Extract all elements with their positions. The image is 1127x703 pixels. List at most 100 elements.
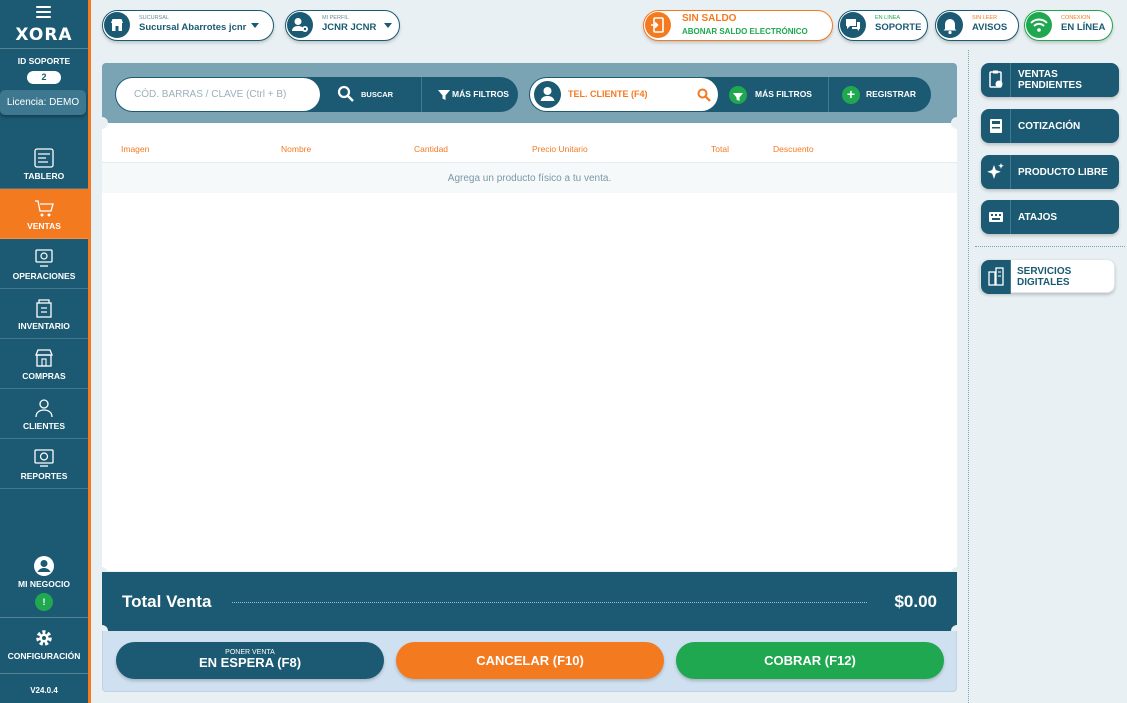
store-icon: [104, 12, 130, 38]
product-search-group: CÓD. BARRAS / CLAVE (Ctrl + B) BUSCAR MÁ…: [115, 77, 518, 112]
nav-mi-negocio[interactable]: MI NEGOCIO !: [0, 555, 88, 611]
nav-reportes-label: REPORTES: [20, 471, 68, 481]
client-search-group: TEL. CLIENTE (F4) MÁS FILTROS + REGISTRA…: [529, 77, 931, 112]
register-icon: [981, 109, 1011, 143]
user-settings-icon: [287, 12, 313, 38]
atajos-button[interactable]: ATAJOS: [981, 200, 1119, 234]
operations-icon: [35, 249, 53, 267]
mas-filtros-button[interactable]: MÁS FILTROS: [423, 77, 518, 112]
cotizacion-button[interactable]: COTIZACIÓN: [981, 109, 1119, 143]
perfil-value: JCNR JCNR: [322, 22, 377, 33]
menu-icon[interactable]: [36, 6, 51, 21]
mas-filtros-label: MÁS FILTROS: [452, 89, 509, 99]
chevron-down-icon: [251, 23, 259, 28]
total-dotted-leader: [232, 602, 867, 603]
action-bar: PONER VENTA EN ESPERA (F8) CANCELAR (F10…: [102, 631, 957, 692]
avisos-button[interactable]: SIN LEER AVISOS: [935, 10, 1019, 41]
nav-compras[interactable]: COMPRAS: [0, 339, 88, 389]
total-label: Total Venta: [122, 592, 212, 611]
licencia-badge: Licencia: DEMO: [0, 90, 86, 115]
search-strip: CÓD. BARRAS / CLAVE (Ctrl + B) BUSCAR MÁ…: [102, 63, 957, 123]
soporte-button[interactable]: EN LINEA SOPORTE: [838, 10, 928, 41]
nav-operaciones[interactable]: OPERACIONES: [0, 239, 88, 289]
ventas-pendientes-button[interactable]: VENTAS PENDIENTES: [981, 63, 1119, 97]
gear-icon: [36, 630, 52, 646]
wifi-icon: [1026, 12, 1052, 38]
atajos-label: ATAJOS: [1018, 211, 1058, 223]
wallet-icon: [645, 12, 671, 38]
city-icon: [981, 260, 1011, 294]
keyboard-icon: [981, 200, 1011, 234]
sale-panel: CÓD. BARRAS / CLAVE (Ctrl + B) BUSCAR MÁ…: [96, 63, 963, 692]
ventas-pendientes-label: VENTAS PENDIENTES: [1018, 69, 1082, 91]
buscar-button[interactable]: BUSCAR: [325, 77, 413, 112]
client-search-placeholder: TEL. CLIENTE (F4): [568, 89, 648, 99]
servicios-digitales-label: SERVICIOS DIGITALES: [1017, 266, 1072, 288]
soporte-small-label: EN LINEA: [875, 15, 901, 21]
cancelar-button[interactable]: CANCELAR (F10): [396, 642, 664, 679]
conexion-value: EN LÍNEA: [1061, 22, 1106, 33]
total-value: $0.00: [894, 592, 937, 611]
sucursal-selector[interactable]: SUCURSAL Sucursal Abarrotes jcnr: [102, 10, 274, 41]
mi-negocio-alert-badge: !: [35, 593, 53, 611]
col-cantidad: Cantidad: [414, 144, 449, 154]
filter-icon: [729, 86, 747, 104]
cart-icon: [35, 200, 54, 217]
en-espera-button[interactable]: PONER VENTA EN ESPERA (F8): [116, 642, 384, 679]
avisos-value: AVISOS: [972, 22, 1008, 33]
sparkle-icon: [981, 155, 1011, 189]
nav-reportes[interactable]: REPORTES: [0, 439, 88, 489]
nav-tablero-label: TABLERO: [23, 171, 65, 181]
nav-tablero[interactable]: TABLERO: [0, 139, 88, 189]
bell-icon: [937, 12, 963, 38]
perfil-small-label: MI PERFIL: [322, 15, 349, 21]
buscar-label: BUSCAR: [361, 90, 394, 99]
conexion-status[interactable]: CONEXION EN LÍNEA: [1024, 10, 1113, 41]
sidebar: XORA ID SOPORTE 2 Licencia: DEMO TABLERO…: [0, 0, 88, 703]
search-icon: [337, 85, 354, 102]
nav-configuracion[interactable]: CONFIGURACIÓN: [0, 627, 88, 661]
col-nombre: Nombre: [281, 144, 312, 154]
search-icon[interactable]: [697, 88, 711, 102]
producto-libre-label: PRODUCTO LIBRE: [1018, 166, 1108, 178]
report-icon: [34, 449, 54, 467]
sale-items-table: Imagen Nombre Cantidad Precio Unitario T…: [102, 123, 957, 571]
col-precio-unitario: Precio Unitario: [532, 144, 588, 154]
clipboard-clock-icon: [981, 63, 1011, 97]
nav-clientes[interactable]: CLIENTES: [0, 389, 88, 439]
dashboard-icon: [34, 148, 54, 168]
inventory-icon: [36, 299, 52, 318]
right-panel-divider: [968, 50, 969, 703]
client-search-input[interactable]: TEL. CLIENTE (F4): [530, 78, 718, 111]
logo: XORA: [15, 25, 73, 45]
registrar-label: REGISTRAR: [866, 89, 917, 99]
store-icon: [35, 349, 53, 367]
chat-icon: [840, 12, 866, 38]
id-soporte-value: 2: [27, 71, 61, 84]
saldo-title: SIN SALDO: [682, 13, 737, 24]
configuracion-label: CONFIGURACIÓN: [7, 651, 81, 661]
mas-filtros-cliente-button[interactable]: MÁS FILTROS: [721, 77, 828, 112]
id-soporte-label: ID SOPORTE: [17, 56, 71, 66]
nav-inventario-label: INVENTARIO: [18, 321, 70, 331]
client-icon: [35, 399, 53, 418]
saldo-button[interactable]: SIN SALDO ABONAR SALDO ELECTRÓNICO: [643, 10, 833, 41]
nav-compras-label: COMPRAS: [22, 371, 66, 381]
plus-icon: +: [842, 86, 860, 104]
perfil-selector[interactable]: MI PERFIL JCNR JCNR: [285, 10, 400, 41]
producto-libre-button[interactable]: PRODUCTO LIBRE: [981, 155, 1119, 189]
nav-inventario[interactable]: INVENTARIO: [0, 289, 88, 339]
cobrar-button[interactable]: COBRAR (F12): [676, 642, 944, 679]
registrar-button[interactable]: + REGISTRAR: [830, 77, 931, 112]
col-imagen: Imagen: [121, 144, 150, 154]
nav-ventas[interactable]: VENTAS: [0, 189, 88, 239]
topbar: SUCURSAL Sucursal Abarrotes jcnr MI PERF…: [91, 0, 1127, 50]
sucursal-value: Sucursal Abarrotes jcnr: [139, 22, 247, 33]
conexion-small-label: CONEXION: [1061, 15, 1091, 21]
nav-operaciones-label: OPERACIONES: [12, 271, 76, 281]
product-search-input[interactable]: CÓD. BARRAS / CLAVE (Ctrl + B): [116, 78, 320, 111]
col-total: Total: [711, 144, 729, 154]
servicios-digitales-button[interactable]: SERVICIOS DIGITALES: [980, 259, 1115, 294]
en-espera-label: EN ESPERA (F8): [198, 655, 302, 670]
mas-filtros-cliente-label: MÁS FILTROS: [755, 89, 812, 99]
